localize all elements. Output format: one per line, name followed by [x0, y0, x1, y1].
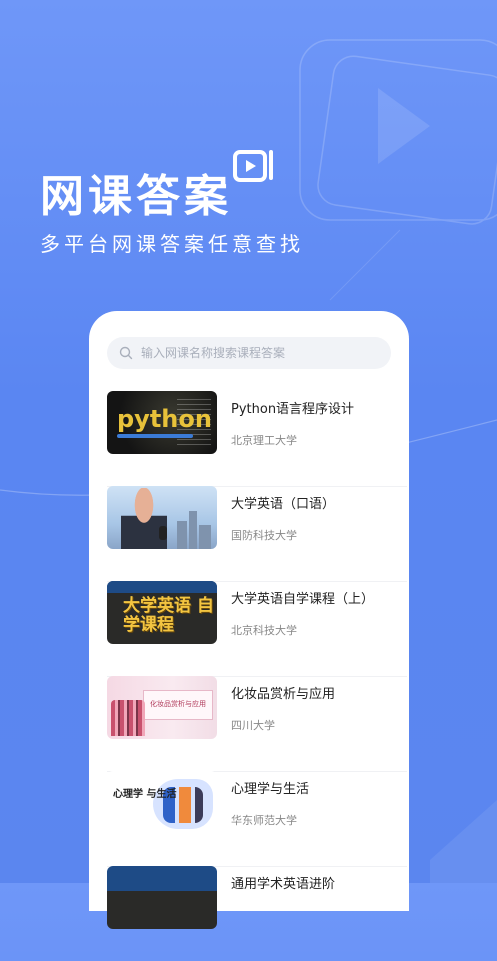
- course-item[interactable]: 大学英语 自学课程 大学英语自学课程（上） 北京科技大学: [107, 581, 407, 677]
- course-thumbnail: 大学英语 自学课程: [107, 581, 217, 644]
- course-school: 四川大学: [231, 719, 275, 732]
- search-bar[interactable]: [107, 337, 391, 369]
- course-item[interactable]: 通用学术英语进阶: [107, 866, 407, 961]
- thumbnail-text: 心理学 与生活: [113, 789, 177, 800]
- building: [199, 525, 211, 549]
- thumbnail-banner: 化妆品赏析与应用: [143, 690, 213, 720]
- video-play-icon: [232, 146, 278, 190]
- python-underline: [117, 434, 193, 438]
- course-school: 国防科技大学: [231, 529, 297, 542]
- course-thumbnail: [107, 486, 217, 549]
- course-thumbnail: 心理学 与生活: [107, 771, 217, 834]
- course-thumbnail: [107, 866, 217, 929]
- cosmetic-bottles: [111, 700, 145, 736]
- thumbnail-text: 大学英语 自学课程: [123, 596, 214, 635]
- course-school: 北京科技大学: [231, 624, 297, 637]
- header-bar: [107, 581, 217, 593]
- course-thumbnail: python: [107, 391, 217, 454]
- course-item[interactable]: 化妆品赏析与应用 化妆品赏析与应用 四川大学: [107, 676, 407, 772]
- course-thumbnail: 化妆品赏析与应用: [107, 676, 217, 739]
- course-title: 大学英语自学课程（上）: [231, 592, 375, 607]
- course-school: 北京理工大学: [231, 434, 297, 447]
- course-title: 大学英语（口语）: [231, 497, 336, 512]
- search-input[interactable]: [139, 345, 373, 361]
- course-title: 化妆品赏析与应用: [231, 687, 336, 702]
- course-title: Python语言程序设计: [231, 402, 355, 417]
- page-title: 网课答案: [40, 171, 232, 222]
- building: [189, 511, 197, 549]
- thumbnail-text: python: [117, 405, 212, 433]
- page-subtitle: 多平台网课答案任意查找: [40, 232, 304, 256]
- search-icon: [119, 346, 133, 360]
- course-item[interactable]: python Python语言程序设计 北京理工大学: [107, 391, 407, 487]
- course-school: 华东师范大学: [231, 814, 297, 827]
- microphone: [159, 526, 167, 540]
- thumbnail-text: 化妆品赏析与应用: [150, 700, 206, 708]
- course-title: 心理学与生活: [231, 782, 310, 797]
- building: [177, 521, 187, 549]
- course-item[interactable]: 大学英语（口语） 国防科技大学: [107, 486, 407, 582]
- course-list-card: python Python语言程序设计 北京理工大学 大学英语（口语） 国防科技…: [89, 311, 409, 929]
- course-item[interactable]: 心理学 与生活 心理学与生活 华东师范大学: [107, 771, 407, 867]
